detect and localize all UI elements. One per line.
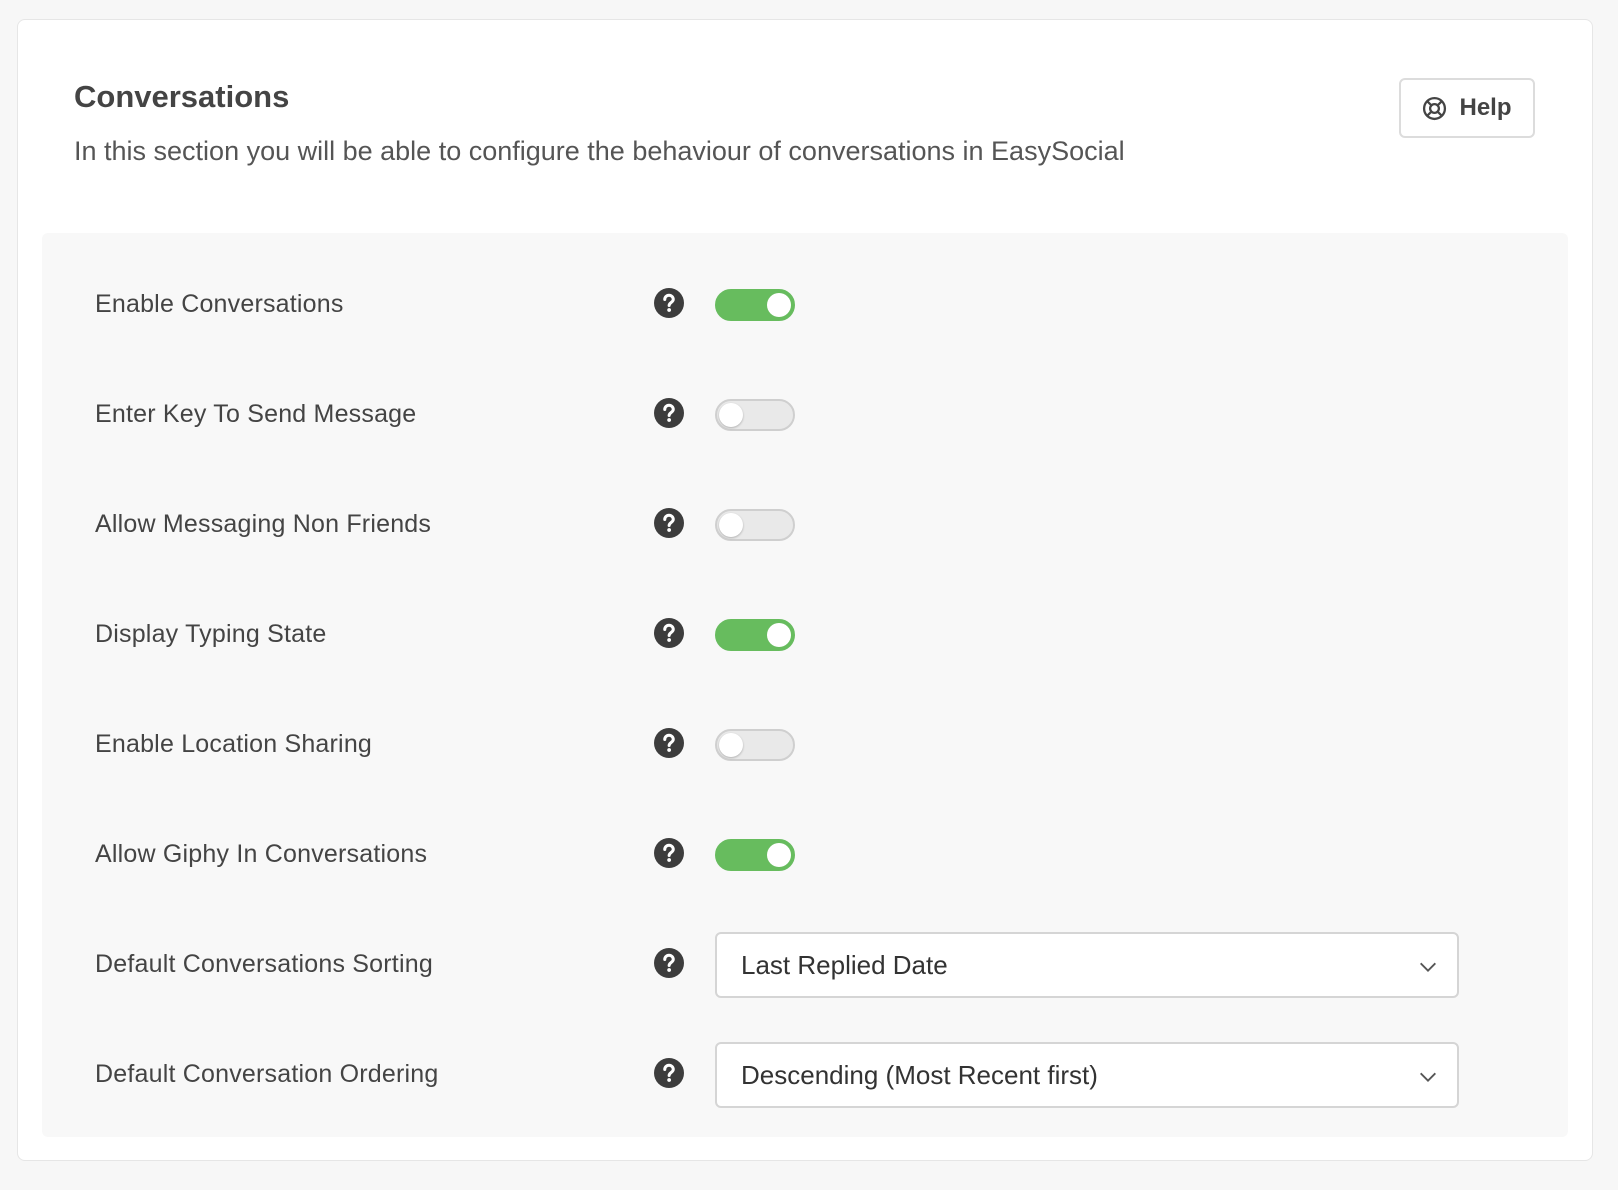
question-circle-icon[interactable]	[654, 618, 684, 648]
setting-label: Default Conversation Ordering	[95, 1059, 439, 1088]
page-description: In this section you will be able to conf…	[74, 136, 1125, 167]
section-header: Conversations In this section you will b…	[74, 78, 1536, 168]
messaging-non-friends-toggle[interactable]	[715, 509, 795, 541]
setting-row-enable-conversations: Enable Conversations	[42, 274, 1568, 334]
setting-label: Enter Key To Send Message	[95, 399, 417, 428]
setting-row-enter-key-send: Enter Key To Send Message	[42, 384, 1568, 444]
setting-label: Allow Messaging Non Friends	[95, 509, 432, 538]
question-circle-icon[interactable]	[654, 728, 684, 758]
setting-label: Enable Conversations	[95, 289, 344, 318]
enter-key-send-toggle[interactable]	[715, 399, 795, 431]
lifebuoy-icon	[1422, 96, 1447, 121]
setting-label: Display Typing State	[95, 619, 327, 648]
question-circle-icon[interactable]	[654, 508, 684, 538]
question-circle-icon[interactable]	[654, 948, 684, 978]
toggle-knob	[767, 623, 791, 647]
chevron-down-icon	[1417, 956, 1439, 978]
conversations-sorting-select[interactable]: Last Replied Date	[715, 932, 1459, 998]
setting-label: Allow Giphy In Conversations	[95, 839, 428, 868]
setting-row-messaging-non-friends: Allow Messaging Non Friends	[42, 494, 1568, 554]
toggle-knob	[719, 513, 743, 537]
setting-row-location-sharing: Enable Location Sharing	[42, 714, 1568, 774]
question-circle-icon[interactable]	[654, 398, 684, 428]
toggle-knob	[767, 293, 791, 317]
question-circle-icon[interactable]	[654, 288, 684, 318]
question-circle-icon[interactable]	[654, 838, 684, 868]
conversation-ordering-select[interactable]: Descending (Most Recent first)	[715, 1042, 1459, 1108]
page-title: Conversations	[74, 79, 290, 114]
toggle-knob	[719, 733, 743, 757]
toggle-knob	[719, 403, 743, 427]
select-value: Last Replied Date	[741, 949, 948, 980]
setting-label: Enable Location Sharing	[95, 729, 373, 758]
setting-row-giphy: Allow Giphy In Conversations	[42, 824, 1568, 884]
help-button-label: Help	[1459, 94, 1512, 121]
question-circle-icon[interactable]	[654, 1058, 684, 1088]
typing-state-toggle[interactable]	[715, 619, 795, 651]
help-button[interactable]: Help	[1399, 78, 1535, 138]
settings-card: Conversations In this section you will b…	[17, 19, 1593, 1161]
setting-label: Default Conversations Sorting	[95, 949, 433, 978]
enable-conversations-toggle[interactable]	[715, 289, 795, 321]
setting-row-typing-state: Display Typing State	[42, 604, 1568, 664]
giphy-toggle[interactable]	[715, 839, 795, 871]
select-value: Descending (Most Recent first)	[741, 1059, 1098, 1090]
toggle-knob	[767, 843, 791, 867]
location-sharing-toggle[interactable]	[715, 729, 795, 761]
settings-panel: Enable Conversations Enter Key To Send M…	[42, 233, 1568, 1137]
chevron-down-icon	[1417, 1066, 1439, 1088]
